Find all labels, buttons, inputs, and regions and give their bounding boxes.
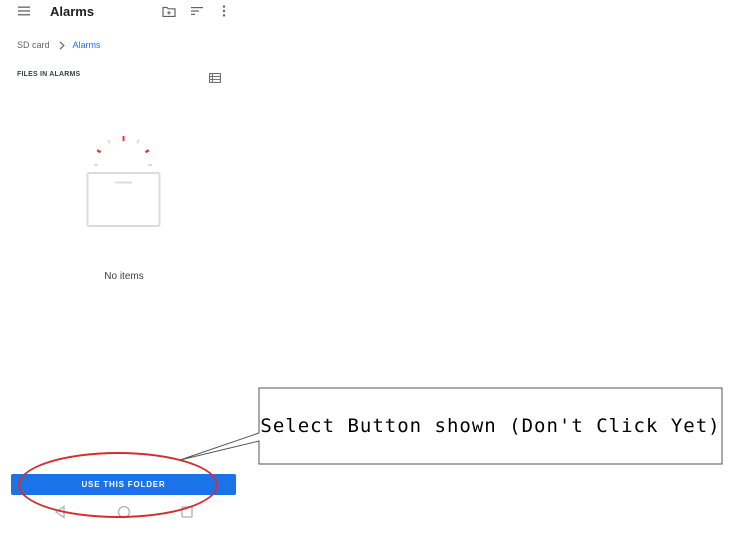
callout-text: Select Button shown (Don't Click Yet) bbox=[260, 415, 721, 437]
